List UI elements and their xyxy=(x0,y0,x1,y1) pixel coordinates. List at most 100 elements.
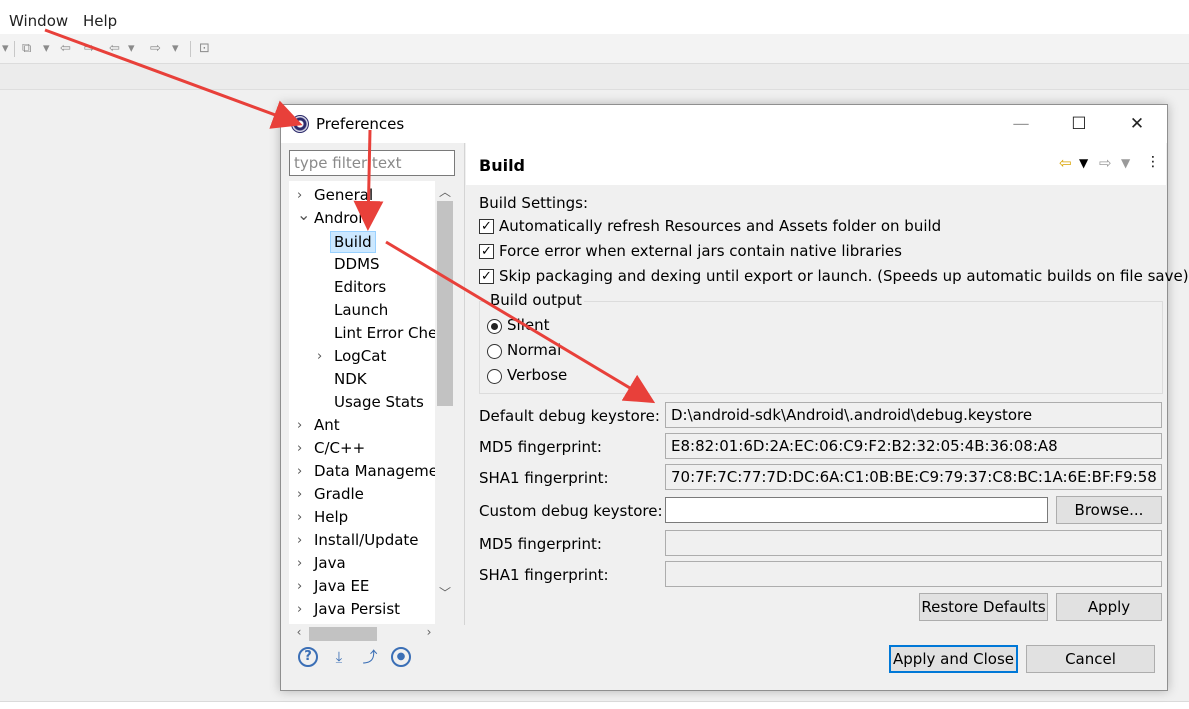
pin-editor-icon[interactable]: ⧉ xyxy=(22,40,31,58)
radio-normal[interactable] xyxy=(487,344,502,359)
chevron-down-icon[interactable]: ⌄ xyxy=(297,203,310,226)
checkbox-auto-refresh-label[interactable]: Automatically refresh Resources and Asse… xyxy=(499,217,941,235)
forward-icon[interactable]: ⇨ xyxy=(150,40,161,58)
scroll-down-icon[interactable]: ﹀ xyxy=(435,584,455,601)
tree-item[interactable]: NDK xyxy=(289,368,435,391)
tree-item[interactable]: › Data Manageme xyxy=(289,460,438,483)
record-icon[interactable]: ● xyxy=(391,647,411,667)
page-title: Build xyxy=(479,156,526,175)
tree-item-label: Install/Update xyxy=(314,531,419,549)
menu-help[interactable]: Help xyxy=(83,12,117,30)
tree-item-label: Gradle xyxy=(314,485,364,503)
dropdown-arrow-icon[interactable]: ▾ xyxy=(2,40,9,58)
dropdown-arrow-icon[interactable]: ▾ xyxy=(172,40,179,58)
radio-silent[interactable] xyxy=(487,319,502,334)
close-icon[interactable]: ✕ xyxy=(1108,105,1166,143)
scroll-up-icon[interactable]: ︿ xyxy=(435,183,455,200)
scrollbar-thumb[interactable] xyxy=(437,201,453,406)
tree-item[interactable]: › Java Persist xyxy=(289,598,435,621)
minimize-icon[interactable]: — xyxy=(992,105,1050,143)
prev-annotation-icon[interactable]: ⇦ xyxy=(60,40,71,58)
forward-menu-icon[interactable]: ▼ xyxy=(1121,156,1130,170)
radio-verbose[interactable] xyxy=(487,369,502,384)
default-md5-field[interactable]: E8:82:01:6D:2A:EC:06:C9:F2:B2:32:05:4B:3… xyxy=(665,433,1162,459)
tree-horizontal-scrollbar[interactable]: ‹ › xyxy=(289,624,455,644)
main-toolbar: ▾ ⧉ ▾ ⇦ ⇨ ⇦ ▾ ⇨ ▾ ⊡ xyxy=(0,34,1189,64)
tree-item-label: Usage Stats xyxy=(334,393,424,411)
tree-item[interactable]: › Install/Update xyxy=(289,529,435,552)
tree-item[interactable]: › C/C++ xyxy=(289,437,435,460)
chevron-right-icon[interactable]: › xyxy=(297,529,309,552)
apply-button[interactable]: Apply xyxy=(1056,593,1162,621)
page-header: Build ⇦ ▼ ⇨ ▼ ⋮ xyxy=(466,143,1166,185)
back-icon[interactable]: ⇦ xyxy=(1059,154,1072,172)
menu-window[interactable]: Window xyxy=(9,12,68,30)
tree-item[interactable]: ⌄ Android xyxy=(289,205,435,230)
chevron-right-icon[interactable]: › xyxy=(297,506,309,529)
tree-item[interactable]: Editors xyxy=(289,276,435,299)
help-icon[interactable]: ? xyxy=(298,647,318,667)
custom-sha1-field[interactable] xyxy=(665,561,1162,587)
checkbox-force-error-label[interactable]: Force error when external jars contain n… xyxy=(499,242,902,260)
radio-silent-label[interactable]: Silent xyxy=(507,316,549,334)
view-menu-icon[interactable]: ⋮ xyxy=(1146,154,1160,170)
scroll-left-icon[interactable]: ‹ xyxy=(289,625,309,639)
tree-item[interactable]: DDMS xyxy=(289,253,435,276)
custom-md5-field[interactable] xyxy=(665,530,1162,556)
tree-item-label: Ant xyxy=(314,416,340,434)
tree-item[interactable]: › Gradle xyxy=(289,483,435,506)
custom-keystore-input[interactable] xyxy=(665,497,1048,523)
chevron-right-icon[interactable]: › xyxy=(297,460,309,483)
pane-divider[interactable] xyxy=(464,143,465,625)
tree-item-label: Help xyxy=(314,508,349,526)
checkbox-force-error[interactable]: ✓ xyxy=(479,244,494,259)
cancel-button[interactable]: Cancel xyxy=(1026,645,1155,673)
chevron-right-icon[interactable]: › xyxy=(297,414,309,437)
scroll-right-icon[interactable]: › xyxy=(419,625,439,639)
dialog-titlebar[interactable]: Preferences — ☐ ✕ xyxy=(281,105,1167,143)
tree-item-label: Build xyxy=(330,231,376,253)
tree-item[interactable]: Launch xyxy=(289,299,435,322)
tree-vertical-scrollbar[interactable]: ︿ ﹀ xyxy=(435,181,455,624)
checkbox-skip-packaging[interactable]: ✓ xyxy=(479,269,494,284)
chevron-right-icon[interactable]: › xyxy=(297,552,309,575)
chevron-right-icon[interactable]: › xyxy=(317,345,329,368)
next-annotation-icon[interactable]: ⇨ xyxy=(84,40,95,58)
chevron-right-icon[interactable]: › xyxy=(297,598,309,621)
tree-item[interactable]: › Ant xyxy=(289,414,435,437)
tree-item[interactable]: › General xyxy=(289,184,435,207)
browse-button[interactable]: Browse... xyxy=(1056,496,1162,524)
radio-verbose-label[interactable]: Verbose xyxy=(507,366,567,384)
scrollbar-thumb[interactable] xyxy=(309,627,377,641)
dropdown-arrow-icon[interactable]: ▾ xyxy=(43,40,50,58)
maximize-icon[interactable]: ☐ xyxy=(1050,105,1108,143)
tree-item[interactable]: › LogCat xyxy=(289,345,435,368)
default-sha1-label: SHA1 fingerprint: xyxy=(479,469,609,487)
build-output-label: Build output xyxy=(488,291,584,309)
tree-item-label: Android xyxy=(314,209,372,227)
default-keystore-field[interactable]: D:\android-sdk\Android\.android\debug.ke… xyxy=(665,402,1162,428)
dropdown-arrow-icon[interactable]: ▾ xyxy=(128,40,135,58)
export-icon[interactable]: ⤴ xyxy=(360,647,380,667)
chevron-right-icon[interactable]: › xyxy=(297,575,309,598)
forward-icon[interactable]: ⇨ xyxy=(1099,154,1112,172)
apply-and-close-button[interactable]: Apply and Close xyxy=(889,645,1018,673)
open-perspective-icon[interactable]: ⊡ xyxy=(199,40,210,58)
import-icon[interactable]: ⤓ xyxy=(329,647,349,667)
tree-item[interactable]: Build xyxy=(289,230,435,253)
chevron-right-icon[interactable]: › xyxy=(297,437,309,460)
tree-item[interactable]: Lint Error Che xyxy=(289,322,437,345)
chevron-right-icon[interactable]: › xyxy=(297,483,309,506)
default-sha1-field[interactable]: 70:7F:7C:77:7D:DC:6A:C1:0B:BE:C9:79:37:C… xyxy=(665,464,1162,490)
checkbox-skip-packaging-label[interactable]: Skip packaging and dexing until export o… xyxy=(499,267,1189,285)
back-icon[interactable]: ⇦ xyxy=(109,40,120,58)
checkbox-auto-refresh[interactable]: ✓ xyxy=(479,219,494,234)
tree-item[interactable]: Usage Stats xyxy=(289,391,435,414)
tree-item[interactable]: › Help xyxy=(289,506,435,529)
filter-input[interactable] xyxy=(289,150,455,176)
tree-item[interactable]: › Java xyxy=(289,552,435,575)
tree-item[interactable]: › Java EE xyxy=(289,575,435,598)
radio-normal-label[interactable]: Normal xyxy=(507,341,561,359)
back-menu-icon[interactable]: ▼ xyxy=(1079,156,1088,170)
restore-defaults-button[interactable]: Restore Defaults xyxy=(919,593,1048,621)
